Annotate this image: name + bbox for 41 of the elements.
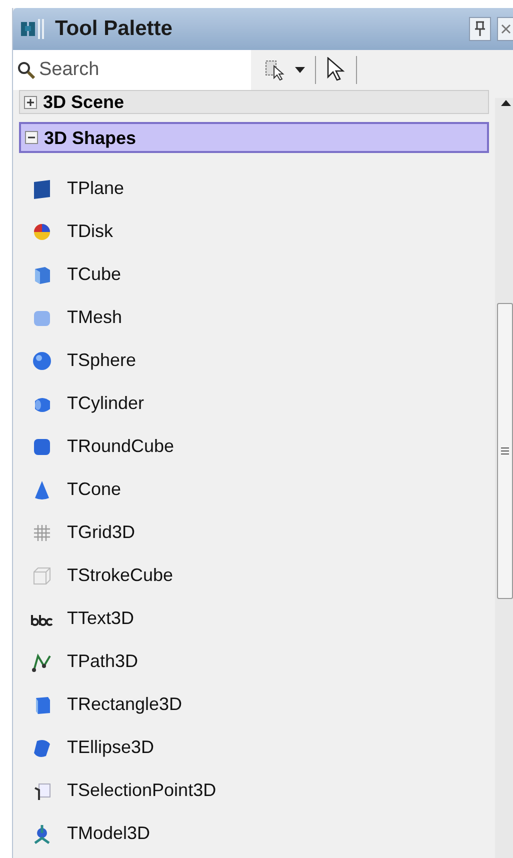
grip-icon bbox=[501, 447, 509, 455]
category-header[interactable]: 3D Shapes bbox=[19, 122, 489, 153]
palette-item[interactable]: TGrid3D bbox=[19, 511, 489, 554]
component-cursor-icon bbox=[265, 59, 287, 81]
palette-item[interactable]: TCube bbox=[19, 253, 489, 296]
category-label: 3D Scene bbox=[43, 91, 124, 113]
palette-item[interactable]: TCylinder bbox=[19, 382, 489, 425]
search-field[interactable]: Search bbox=[13, 50, 251, 90]
panel-icon bbox=[31, 178, 53, 200]
pin-icon bbox=[474, 21, 486, 37]
palette-item[interactable]: TDisk bbox=[19, 210, 489, 253]
wireframe-cube-icon bbox=[31, 564, 53, 586]
palette-item[interactable]: TModel3D bbox=[19, 812, 489, 855]
scroll-thumb[interactable] bbox=[497, 303, 513, 599]
sphere-icon bbox=[31, 350, 53, 372]
palette-item[interactable]: TSelectionPoint3D bbox=[19, 769, 489, 812]
pointer-button[interactable] bbox=[326, 57, 346, 83]
path-icon bbox=[31, 650, 53, 672]
category-label: 3D Shapes bbox=[44, 126, 136, 148]
palette-item[interactable]: TSphere bbox=[19, 339, 489, 382]
palette-item[interactable]: TText3D bbox=[19, 597, 489, 640]
scroll-up-icon bbox=[501, 100, 511, 106]
palette-item[interactable]: TRectangle3D bbox=[19, 683, 489, 726]
component-select-button[interactable] bbox=[265, 59, 305, 81]
collapse-icon[interactable] bbox=[25, 131, 38, 144]
palette-item[interactable]: TCone bbox=[19, 468, 489, 511]
pointer-icon bbox=[326, 57, 346, 83]
caret-icon bbox=[295, 67, 305, 73]
scrollbar[interactable] bbox=[495, 98, 513, 858]
window-title: Tool Palette bbox=[55, 16, 172, 42]
pin-button[interactable] bbox=[469, 17, 491, 41]
expand-icon[interactable] bbox=[24, 96, 37, 108]
palette-item[interactable]: TMesh bbox=[19, 296, 489, 339]
palette-item[interactable]: TStrokeCube bbox=[19, 554, 489, 597]
palette-item[interactable]: TPlane bbox=[19, 167, 489, 210]
palette-item[interactable]: TEllipse3D bbox=[19, 726, 489, 769]
category-header[interactable]: 3D Scene bbox=[19, 90, 489, 114]
close-button[interactable] bbox=[497, 17, 513, 41]
palette-item[interactable]: TPath3D bbox=[19, 640, 489, 683]
palette-item[interactable]: TRoundCube bbox=[19, 425, 489, 468]
close-icon bbox=[500, 23, 512, 35]
